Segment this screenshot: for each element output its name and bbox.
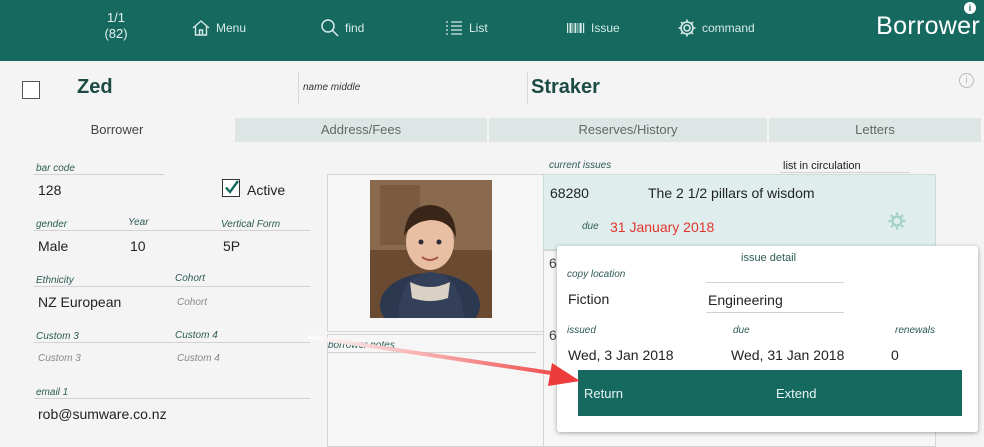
issue-due-label: due [582,221,599,232]
custom4-label: Custom 4 [175,330,218,341]
active-checkbox[interactable] [222,179,240,197]
divider [34,286,310,287]
divider [527,72,528,104]
issue-due-date: 31 January 2018 [610,219,715,235]
checkmark-icon [225,180,239,194]
command-label: command [702,21,755,35]
divider [34,230,310,231]
form-field[interactable]: 5P [223,238,240,254]
list-icon [446,21,462,35]
tab-address-fees[interactable]: Address/Fees [235,118,487,142]
divider [34,174,164,175]
home-icon [192,20,210,36]
divider [780,172,910,173]
info-icon[interactable]: i [959,73,974,88]
issue-barcode: 68280 [550,185,589,201]
page-title: Borrower [876,12,980,40]
divider [298,72,299,104]
select-checkbox[interactable] [22,81,40,99]
last-name[interactable]: Straker [531,76,600,99]
record-counter: 1/1 (82) [96,10,136,42]
form-label: Vertical Form [221,219,281,230]
record-total: (82) [104,26,128,41]
year-label: Year [128,217,149,228]
email1-field[interactable]: rob@sumware.co.nz [38,406,167,422]
list-label: List [469,21,488,35]
find-label: find [345,21,365,35]
custom3-field[interactable]: Custom 3 [38,353,81,364]
middle-name-field[interactable]: name middle [303,82,360,93]
info-icon[interactable]: i [964,2,976,14]
issue-title: The 2 1/2 pillars of wisdom [648,185,815,201]
menu-label: Menu [216,21,247,35]
issue-label: Issue [591,21,620,35]
search-icon [321,19,339,37]
copy-location-field[interactable]: Fiction [568,291,609,307]
list-in-circulation-label: list in circulation [783,160,861,172]
due-label: due [733,325,750,336]
renewals-field[interactable]: 0 [891,347,899,363]
list-button[interactable]: List [444,16,488,40]
ethnicity-label: Ethnicity [36,275,74,286]
tab-borrower[interactable]: Borrower [0,118,234,142]
first-name[interactable]: Zed [77,76,113,99]
current-issues-label: current issues [549,160,612,171]
tab-letters[interactable]: Letters [769,118,981,142]
extend-button[interactable]: Extend [776,386,816,401]
toolbar: 1/1 (82) Menu find List Issue command Bo… [0,0,984,61]
gear-icon[interactable] [887,211,907,231]
due-field[interactable]: Wed, 31 Jan 2018 [731,347,844,363]
issue-button[interactable]: Issue [566,16,620,40]
issued-field[interactable]: Wed, 3 Jan 2018 [568,347,674,363]
divider [34,342,310,343]
issued-label: issued [567,325,596,336]
bar-code-field[interactable]: 128 [38,182,61,198]
return-button[interactable]: Return [584,386,623,401]
email1-label: email 1 [36,387,69,398]
find-button[interactable]: find [320,16,364,40]
cohort-label: Cohort [175,273,206,284]
divider [328,352,536,353]
custom4-field[interactable]: Custom 4 [177,353,220,364]
divider [706,282,844,283]
divider [34,398,310,399]
year-field[interactable]: 10 [130,238,146,254]
active-label: Active [247,182,286,198]
tab-reserves-history[interactable]: Reserves/History [489,118,767,142]
renewals-label: renewals [895,325,936,336]
copy-location-label: copy location [567,269,626,280]
gender-field[interactable]: Male [38,238,68,254]
borrower-photo[interactable] [370,180,492,318]
custom3-label: Custom 3 [36,331,79,342]
notes-label: borrower notes [328,340,395,351]
subject-field[interactable]: Engineering [708,292,783,308]
gear-icon [678,19,696,37]
ethnicity-field[interactable]: NZ European [38,294,121,310]
bar-code-label: bar code [36,163,75,174]
menu-button[interactable]: Menu [191,16,246,40]
action-bar [578,370,962,416]
divider [706,312,844,313]
gender-label: gender [36,219,68,230]
popup-title: issue detail [741,252,797,264]
command-button[interactable]: command [677,16,755,40]
record-index: 1/1 [106,10,126,25]
cohort-field[interactable]: Cohort [177,297,207,308]
barcode-icon [567,23,585,33]
